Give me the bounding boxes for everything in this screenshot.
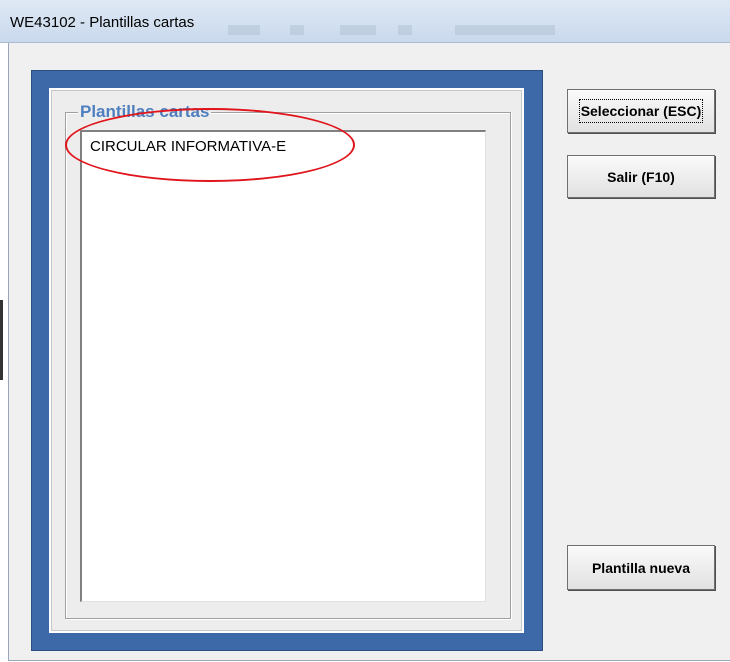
select-button[interactable]: Seleccionar (ESC) (567, 89, 715, 133)
new-template-button-label: Plantilla nueva (591, 559, 691, 576)
background-toolbar-ghost (290, 25, 304, 35)
background-toolbar-ghost (455, 25, 555, 35)
select-button-label: Seleccionar (ESC) (578, 99, 704, 123)
window-titlebar[interactable]: WE43102 - Plantillas cartas (0, 0, 730, 43)
templates-listbox[interactable]: CIRCULAR INFORMATIVA-E (80, 130, 486, 602)
window-title: WE43102 - Plantillas cartas (10, 14, 195, 31)
background-window-edge (0, 300, 3, 380)
list-item[interactable]: CIRCULAR INFORMATIVA-E (90, 138, 286, 155)
new-template-button[interactable]: Plantilla nueva (567, 545, 715, 590)
background-toolbar-ghost (340, 25, 376, 35)
background-toolbar-ghost (398, 25, 412, 35)
exit-button-label: Salir (F10) (607, 168, 675, 185)
templates-group-label: Plantillas cartas (78, 102, 212, 122)
exit-button[interactable]: Salir (F10) (567, 155, 715, 198)
background-toolbar-ghost (228, 25, 260, 35)
